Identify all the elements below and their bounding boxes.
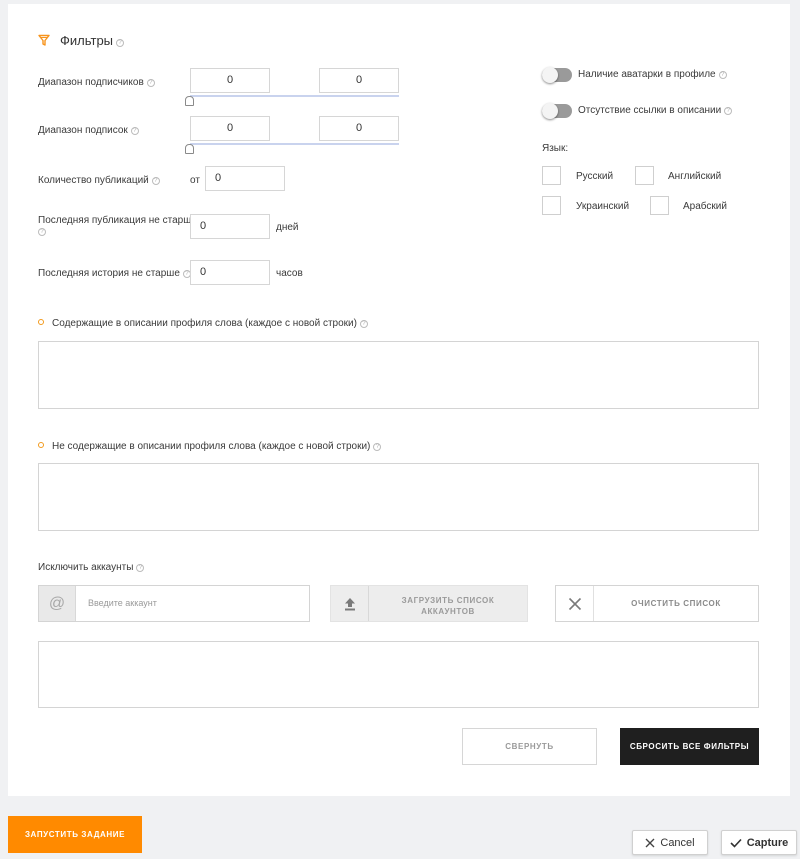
help-icon[interactable]: ?: [130, 127, 139, 135]
help-icon[interactable]: ?: [146, 79, 155, 87]
help-icon[interactable]: ?: [116, 39, 125, 47]
clear-list-button[interactable]: ОЧИСТИТЬ СПИСОК: [555, 585, 759, 622]
no-link-toggle[interactable]: [542, 103, 572, 119]
filters-panel: Фильтры? Диапазон подписчиков? 0 0 Диапа…: [8, 4, 790, 796]
last-publication-label: Последняя публикация не старше ?: [38, 215, 197, 236]
language-checkbox-ukrainian[interactable]: [542, 196, 561, 215]
language-checkbox-russian[interactable]: [542, 166, 561, 185]
subscribers-slider-track[interactable]: [190, 95, 399, 97]
last-publication-input[interactable]: 0: [190, 214, 270, 239]
language-option-russian: Русский: [576, 171, 614, 182]
reset-filters-button[interactable]: СБРОСИТЬ ВСЕ ФИЛЬТРЫ: [620, 728, 759, 765]
subscribers-min-input[interactable]: 0: [190, 68, 270, 93]
filters-title: Фильтры?: [60, 33, 125, 48]
help-icon[interactable]: ?: [718, 71, 727, 79]
exclude-words-textarea[interactable]: [38, 463, 759, 531]
publications-count-label: Количество публикаций?: [38, 175, 160, 186]
avatar-toggle-label: Наличие аватарки в профиле?: [578, 69, 727, 80]
no-link-toggle-label: Отсутствие ссылки в описании?: [578, 105, 733, 116]
help-icon[interactable]: ?: [724, 107, 733, 115]
last-story-unit: часов: [276, 268, 303, 279]
exclude-words-marker: [38, 442, 44, 448]
language-option-english: Английский: [668, 171, 722, 182]
last-publication-unit: дней: [276, 222, 299, 233]
filter-funnel-icon: [38, 34, 50, 46]
account-input-placeholder[interactable]: Введите аккаунт: [88, 598, 157, 608]
language-option-arabic: Арабский: [683, 201, 727, 212]
capture-button[interactable]: Capture: [721, 830, 797, 855]
language-checkbox-arabic[interactable]: [650, 196, 669, 215]
publications-from-label: от: [190, 175, 200, 186]
upload-list-button[interactable]: ЗАГРУЗИТЬ СПИСОК АККАУНТОВ: [330, 585, 528, 622]
checkmark-icon: [730, 838, 742, 848]
clear-list-label: ОЧИСТИТЬ СПИСОК: [631, 599, 721, 608]
help-icon[interactable]: ?: [38, 228, 46, 236]
exclude-accounts-label: Исключить аккаунты?: [38, 562, 145, 573]
subscriptions-range-label: Диапазон подписок?: [38, 125, 139, 136]
cancel-button[interactable]: Cancel: [632, 830, 708, 855]
subscriptions-slider-track[interactable]: [190, 143, 399, 145]
last-story-input[interactable]: 0: [190, 260, 270, 285]
help-icon[interactable]: ?: [359, 320, 368, 328]
excluded-accounts-textarea[interactable]: [38, 641, 759, 708]
at-sign-icon: @: [39, 586, 76, 621]
publications-count-input[interactable]: 0: [205, 166, 285, 191]
include-words-label: Содержащие в описании профиля слова (каж…: [52, 318, 368, 329]
language-checkbox-english[interactable]: [635, 166, 654, 185]
subscriptions-max-input[interactable]: 0: [319, 116, 399, 141]
avatar-toggle[interactable]: [542, 67, 572, 83]
close-icon: [556, 586, 594, 621]
subscriptions-slider-handle[interactable]: [185, 144, 194, 154]
upload-list-label: ЗАГРУЗИТЬ СПИСОК АККАУНТОВ: [401, 596, 495, 616]
collapse-button[interactable]: СВЕРНУТЬ: [462, 728, 597, 765]
capture-label: Capture: [746, 836, 789, 849]
start-task-button[interactable]: ЗАПУСТИТЬ ЗАДАНИЕ: [8, 816, 142, 853]
subscriptions-min-input[interactable]: 0: [190, 116, 270, 141]
upload-icon: [331, 586, 369, 621]
account-input-group[interactable]: @ Введите аккаунт: [38, 585, 310, 622]
help-icon[interactable]: ?: [136, 564, 145, 572]
exclude-words-label: Не содержащие в описании профиля слова (…: [52, 441, 382, 452]
include-words-textarea[interactable]: [38, 341, 759, 409]
subscribers-max-input[interactable]: 0: [319, 68, 399, 93]
subscribers-slider-handle[interactable]: [185, 96, 194, 106]
subscribers-range-label: Диапазон подписчиков?: [38, 77, 155, 88]
help-icon[interactable]: ?: [373, 443, 382, 451]
language-option-ukrainian: Украинский: [576, 201, 630, 212]
include-words-marker: [38, 319, 44, 325]
close-icon: [645, 838, 655, 847]
language-label: Язык:: [542, 143, 569, 154]
help-icon[interactable]: ?: [151, 177, 160, 185]
last-story-label: Последняя история не старше?: [38, 268, 191, 279]
cancel-label: Cancel: [660, 836, 695, 849]
